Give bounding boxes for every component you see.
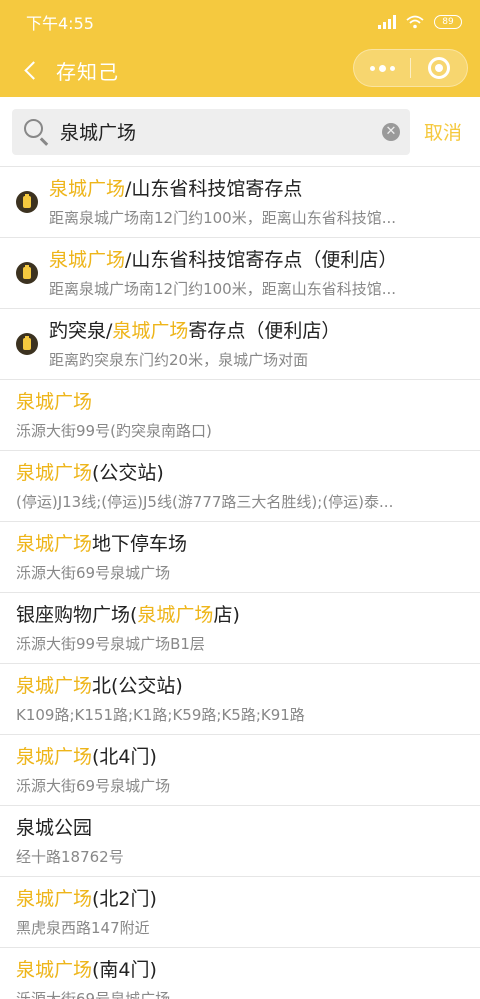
highlight-text: 泉城广场 bbox=[16, 746, 93, 768]
list-item-address: K109路;K151路;K1路;K59路;K5路;K91路 bbox=[16, 706, 305, 724]
luggage-icon bbox=[16, 191, 38, 213]
list-item-text: 泉城广场/山东省科技馆寄存点（便利店） 距离泉城广场南12门约100米，距离山东省… bbox=[49, 247, 464, 299]
status-bar: 下午4:55 89 bbox=[0, 0, 480, 44]
title-text: 寄存点（便利店） bbox=[188, 320, 341, 342]
list-item-title: 泉城广场 bbox=[16, 389, 464, 415]
title-text: 北(公交站) bbox=[92, 675, 183, 697]
list-item-text: 泉城广场(公交站) (停运)J13线;(停运)J5线(游777路三大名胜线);(停… bbox=[16, 460, 464, 512]
list-item-title: 泉城广场(公交站) bbox=[16, 460, 464, 486]
list-item-address: 距离趵突泉东门约20米，泉城广场对面 bbox=[49, 351, 309, 369]
list-item-text: 泉城广场北(公交站) K109路;K151路;K1路;K59路;K5路;K91路 bbox=[16, 673, 464, 725]
list-item-text: 泉城广场/山东省科技馆寄存点距离泉城广场南12门约100米，距离山东省科技馆..… bbox=[49, 176, 464, 228]
search-bar: ✕ 取消 bbox=[0, 97, 480, 167]
title-text: 银座购物广场( bbox=[16, 604, 138, 626]
highlight-text: 泉城广场 bbox=[16, 888, 93, 910]
chevron-left-icon bbox=[23, 61, 43, 80]
nav-bar: 存知己 bbox=[0, 44, 480, 97]
title-text: /山东省科技馆寄存点（便利店） bbox=[125, 249, 398, 271]
list-item-address: 黑虎泉西路147附近 bbox=[16, 919, 150, 937]
list-item-text: 泉城广场泺源大街99号(趵突泉南路口) bbox=[16, 389, 464, 441]
header: 下午4:55 89 存知己 bbox=[0, 0, 480, 97]
signal-icon bbox=[378, 15, 396, 29]
list-item-text: 银座购物广场(泉城广场店) 泺源大街99号泉城广场B1层 bbox=[16, 602, 464, 654]
title-text: 店) bbox=[213, 604, 240, 626]
luggage-icon bbox=[16, 262, 38, 284]
title-text: (北4门) bbox=[92, 746, 157, 768]
highlight-text: 泉城广场 bbox=[16, 959, 93, 981]
list-item[interactable]: 泉城广场(南4门) 泺源大街69号泉城广场 bbox=[0, 948, 480, 999]
list-item[interactable]: 泉城广场(北2门) 黑虎泉西路147附近 bbox=[0, 877, 480, 948]
search-icon bbox=[22, 117, 52, 147]
list-item-title: 泉城广场北(公交站) bbox=[16, 673, 464, 699]
highlight-text: 泉城广场 bbox=[49, 249, 126, 271]
more-dots-icon bbox=[369, 64, 395, 72]
list-item-title: 泉城广场/山东省科技馆寄存点 bbox=[49, 176, 464, 202]
list-item-title: 泉城广场(北2门) bbox=[16, 886, 464, 912]
luggage-icon bbox=[16, 333, 38, 355]
status-time: 下午4:55 bbox=[26, 14, 94, 33]
list-item-text: 泉城广场地下停车场泺源大街69号泉城广场 bbox=[16, 531, 464, 583]
list-item-title: 泉城广场/山东省科技馆寄存点（便利店） bbox=[49, 247, 464, 273]
cancel-button[interactable]: 取消 bbox=[424, 118, 462, 145]
list-item-address: 泺源大街69号泉城广场 bbox=[16, 990, 171, 999]
search-box: ✕ bbox=[12, 108, 410, 155]
list-item-text: 泉城公园经十路18762号 bbox=[16, 815, 464, 867]
highlight-text: 泉城广场 bbox=[16, 533, 93, 555]
list-item-address: 泺源大街69号泉城广场 bbox=[16, 777, 171, 795]
search-input[interactable] bbox=[60, 120, 382, 143]
list-item-address: 距离泉城广场南12门约100米，距离山东省科技馆... bbox=[49, 280, 397, 298]
highlight-text: 泉城广场 bbox=[49, 178, 126, 200]
highlight-text: 泉城广场 bbox=[137, 604, 214, 626]
clear-icon[interactable]: ✕ bbox=[382, 122, 400, 141]
list-item[interactable]: 泉城广场/山东省科技馆寄存点（便利店） 距离泉城广场南12门约100米，距离山东省… bbox=[0, 238, 480, 309]
miniprogram-capsule bbox=[353, 49, 468, 87]
list-item-title: 泉城广场(南4门) bbox=[16, 957, 464, 983]
list-item[interactable]: 银座购物广场(泉城广场店) 泺源大街99号泉城广场B1层 bbox=[0, 593, 480, 664]
list-item[interactable]: 泉城广场(公交站) (停运)J13线;(停运)J5线(游777路三大名胜线);(停… bbox=[0, 451, 480, 522]
highlight-text: 泉城广场 bbox=[16, 462, 93, 484]
wifi-icon bbox=[406, 15, 424, 29]
list-item[interactable]: 泉城广场泺源大街99号(趵突泉南路口) bbox=[0, 380, 480, 451]
list-item-title: 泉城广场地下停车场 bbox=[16, 531, 464, 557]
list-item-address: 泺源大街99号泉城广场B1层 bbox=[16, 635, 205, 653]
list-item[interactable]: 泉城广场北(公交站) K109路;K151路;K1路;K59路;K5路;K91路 bbox=[0, 664, 480, 735]
highlight-text: 泉城广场 bbox=[16, 391, 93, 413]
list-item-title: 泉城公园 bbox=[16, 815, 464, 841]
battery-icon: 89 bbox=[434, 15, 462, 29]
result-list: 泉城广场/山东省科技馆寄存点距离泉城广场南12门约100米，距离山东省科技馆..… bbox=[0, 167, 480, 999]
list-item-address: 泺源大街69号泉城广场 bbox=[16, 564, 171, 582]
list-item-address: 泺源大街99号(趵突泉南路口) bbox=[16, 422, 212, 440]
title-text: (公交站) bbox=[92, 462, 164, 484]
list-item[interactable]: 泉城广场地下停车场泺源大街69号泉城广场 bbox=[0, 522, 480, 593]
list-item-title: 泉城广场(北4门) bbox=[16, 744, 464, 770]
list-item-title: 趵突泉/泉城广场寄存点（便利店） bbox=[49, 318, 464, 344]
status-icons: 89 bbox=[378, 15, 462, 29]
title-text: (北2门) bbox=[92, 888, 157, 910]
title-text: 趵突泉/ bbox=[49, 320, 113, 342]
title-text: 地下停车场 bbox=[92, 533, 188, 555]
list-item-text: 泉城广场(南4门) 泺源大街69号泉城广场 bbox=[16, 957, 464, 999]
list-item-title: 银座购物广场(泉城广场店) bbox=[16, 602, 464, 628]
list-item[interactable]: 泉城广场(北4门) 泺源大街69号泉城广场 bbox=[0, 735, 480, 806]
highlight-text: 泉城广场 bbox=[16, 675, 93, 697]
list-item-address: 距离泉城广场南12门约100米，距离山东省科技馆... bbox=[49, 209, 397, 227]
list-item-text: 泉城广场(北4门) 泺源大街69号泉城广场 bbox=[16, 744, 464, 796]
target-circle-icon bbox=[428, 57, 450, 79]
list-item[interactable]: 泉城广场/山东省科技馆寄存点距离泉城广场南12门约100米，距离山东省科技馆..… bbox=[0, 167, 480, 238]
title-text: /山东省科技馆寄存点 bbox=[125, 178, 303, 200]
list-item-text: 趵突泉/泉城广场寄存点（便利店） 距离趵突泉东门约20米，泉城广场对面 bbox=[49, 318, 464, 370]
list-item[interactable]: 泉城公园经十路18762号 bbox=[0, 806, 480, 877]
list-item[interactable]: 趵突泉/泉城广场寄存点（便利店） 距离趵突泉东门约20米，泉城广场对面 bbox=[0, 309, 480, 380]
page-title: 存知己 bbox=[56, 60, 119, 84]
close-miniprogram-button[interactable] bbox=[411, 50, 467, 86]
highlight-text: 泉城广场 bbox=[112, 320, 189, 342]
more-button[interactable] bbox=[354, 50, 410, 86]
list-item-address: 经十路18762号 bbox=[16, 848, 124, 866]
list-item-text: 泉城广场(北2门) 黑虎泉西路147附近 bbox=[16, 886, 464, 938]
title-text: (南4门) bbox=[92, 959, 157, 981]
title-text: 泉城公园 bbox=[16, 817, 93, 839]
list-item-address: (停运)J13线;(停运)J5线(游777路三大名胜线);(停运)泰... bbox=[16, 493, 394, 511]
back-button[interactable] bbox=[6, 47, 54, 95]
